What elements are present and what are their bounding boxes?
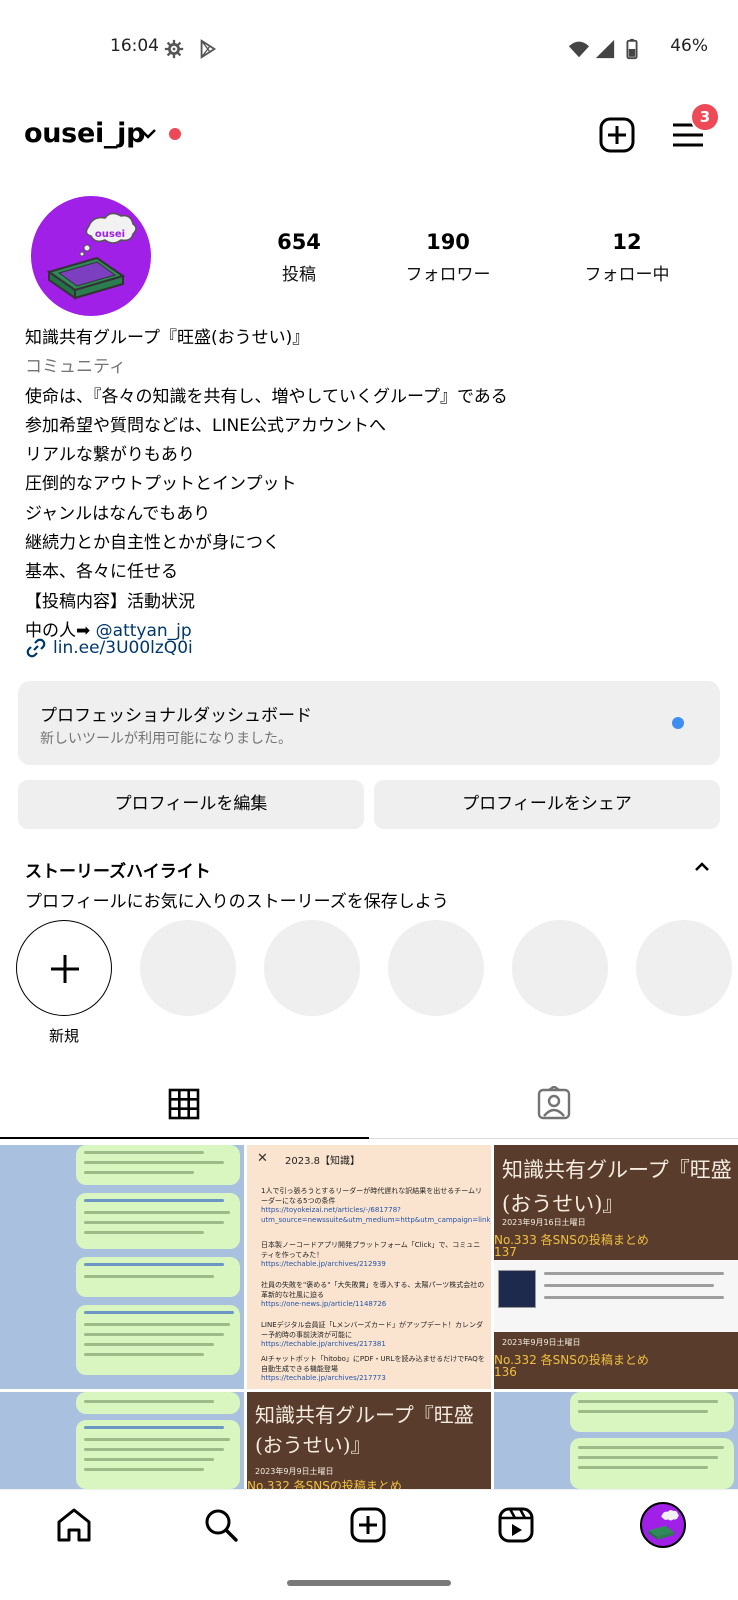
tile-count: 137 [494,1245,517,1259]
create-post-icon[interactable] [598,116,636,154]
highlight-placeholder [140,920,236,1016]
profile-category: コミュニティ [25,357,126,378]
profile-name: 知識共有グループ『旺盛(おうせい)』 [25,328,310,348]
following-label: フォロー中 [584,265,670,285]
profile-link-text[interactable]: lin.ee/3U00lzQ0i [53,638,193,658]
chevron-down-icon[interactable] [139,127,157,141]
posts-count: 654 [277,230,321,254]
doc-item: 1人で引っ張ろうとするリーダーが時代遅れな訳結果を出せるチームリーダーになる5つ… [261,1187,491,1224]
tile-date: 2023年9月16日土曜日 [502,1218,586,1227]
tile-title: 知識共有グループ『旺盛(おうせい)』 [502,1158,732,1216]
post-tile[interactable] [0,1392,244,1489]
highlight-placeholder [388,920,484,1016]
edit-profile-button[interactable]: プロフィールを編集 [18,780,364,829]
create-icon[interactable] [349,1506,387,1544]
profile-header: ousei_jp 3 [0,102,738,170]
share-profile-button[interactable]: プロフィールをシェア [374,780,720,829]
chevron-up-icon[interactable] [693,860,711,874]
posts-label: 投稿 [282,265,316,285]
avatar-text: ousei [95,229,125,240]
profile-link[interactable]: lin.ee/3U00lzQ0i [25,637,193,659]
highlight-placeholder [636,920,732,1016]
following-count: 12 [612,230,642,254]
status-time: 16:04 [110,36,159,56]
avatar[interactable]: ousei [31,196,151,316]
followers-count: 190 [426,230,470,254]
tile-post-title: No.333 各SNSの投稿まとめ [494,1233,649,1247]
tagged-tab-icon[interactable] [537,1086,571,1120]
highlights-title: ストーリーズハイライト [25,862,211,882]
bio-line: 参加希望や質問などは、LINE公式アカウントへ [25,415,386,436]
bio-line: 継続力とか自主性とかが身につく [25,533,280,554]
link-icon [26,638,46,658]
doc-item: 日本製ノーコードアプリ開発プラットフォーム「Click」で、コミュニティを作って… [261,1241,481,1268]
highlight-placeholder [264,920,360,1016]
account-notification-dot [169,128,181,140]
professional-dashboard[interactable]: プロフェッショナルダッシュボード 新しいツールが利用可能になりました。 [18,681,720,765]
doc-item: LINEデジタル会員証「Lメンバーズカード」がアップデート！カレンダー予約時の事… [261,1321,484,1348]
settings-icon [164,39,184,59]
close-icon: ✕ [257,1151,268,1166]
status-bar: 16:04 46% [0,30,738,66]
new-highlight-button[interactable] [16,920,112,1016]
post-tile[interactable] [0,1145,244,1389]
tile-date: 2023年9月9日土曜日 [255,1467,334,1476]
plus-icon [51,955,79,983]
bio-line: 【投稿内容】活動状況 [25,591,195,612]
post-tile[interactable]: ✕ 2023.8【知識】 1人で引っ張ろうとするリーダーが時代遅れな訳結果を出せ… [247,1145,491,1389]
battery-icon [626,38,638,60]
tile-post-title: No.332 各SNSの投稿まとめ [494,1353,649,1367]
new-highlight-label: 新規 [48,1027,79,1045]
profile-bio: 知識共有グループ『旺盛(おうせい)』 コミュニティ 使命は、『各々の知識を共有し… [25,324,715,646]
doc-title: 2023.8【知識】 [285,1156,360,1167]
doc-header: ✕ 2023.8【知識】 [247,1145,491,1177]
bio-line: 基本、各々に任せる [25,562,178,583]
highlight-placeholder [512,920,608,1016]
post-tile[interactable]: 知識共有グループ『旺盛(おうせい)』 2023年9月16日土曜日 No.333 … [494,1145,738,1389]
bio-line: 使命は、『各々の知識を共有し、増やしていくグループ』である [25,386,508,407]
profile-tab-avatar[interactable] [640,1502,686,1548]
followers-label: フォロワー [405,265,491,285]
dashboard-subtitle: 新しいツールが利用可能になりました。 [40,731,292,747]
reels-icon[interactable] [497,1506,535,1544]
doc-item: 社員の失敗を"褒める"「大失敗賞」を導入する、太陽パーツ株式会社の革新的な社風に… [261,1281,485,1308]
dashboard-title: プロフェッショナルダッシュボード [40,706,312,726]
notification-badge: 3 [690,102,720,132]
tile-card [494,1260,738,1332]
doc-item: AIチャットボット「hitobo」にPDF・URLを読み込ませるだけでFAQを自… [261,1355,485,1382]
post-tile[interactable]: 知識共有グループ『旺盛(おうせい)』 2023年9月9日土曜日 No.332 各… [247,1392,491,1489]
ousei-logo: ousei [46,212,137,300]
tile-date: 2023年9月9日土曜日 [502,1338,581,1347]
play-store-icon [200,39,217,59]
signal-icon [595,39,615,59]
post-tile[interactable] [494,1392,738,1489]
grid-tab-icon[interactable] [168,1088,200,1120]
username[interactable]: ousei_jp [24,118,145,149]
bio-line: 圧倒的なアウトプットとインプット [25,474,297,495]
tile-title: 知識共有グループ『旺盛(おうせい)』 [255,1403,474,1457]
wifi-icon [568,41,590,58]
tile-count: 136 [494,1365,517,1379]
home-indicator [287,1580,451,1586]
highlights-subtitle: プロフィールにお気に入りのストーリーズを保存しよう [25,892,449,912]
stat-posts[interactable]: 654 投稿 [229,230,369,285]
battery-percent: 46% [670,36,708,56]
active-tab-indicator [0,1137,369,1139]
stat-following[interactable]: 12 フォロー中 [557,230,697,285]
stat-followers[interactable]: 190 フォロワー [378,230,518,285]
bottom-navigation [0,1489,738,1569]
bio-line: リアルな繋がりもあり [25,445,195,466]
search-icon[interactable] [202,1506,240,1544]
bio-line: ジャンルはなんでもあり [25,503,211,524]
dashboard-new-dot [672,717,684,729]
tile-post-title: No.332 各SNSの投稿まとめ [247,1479,402,1489]
home-icon[interactable] [55,1506,93,1544]
ousei-logo [648,1510,679,1540]
